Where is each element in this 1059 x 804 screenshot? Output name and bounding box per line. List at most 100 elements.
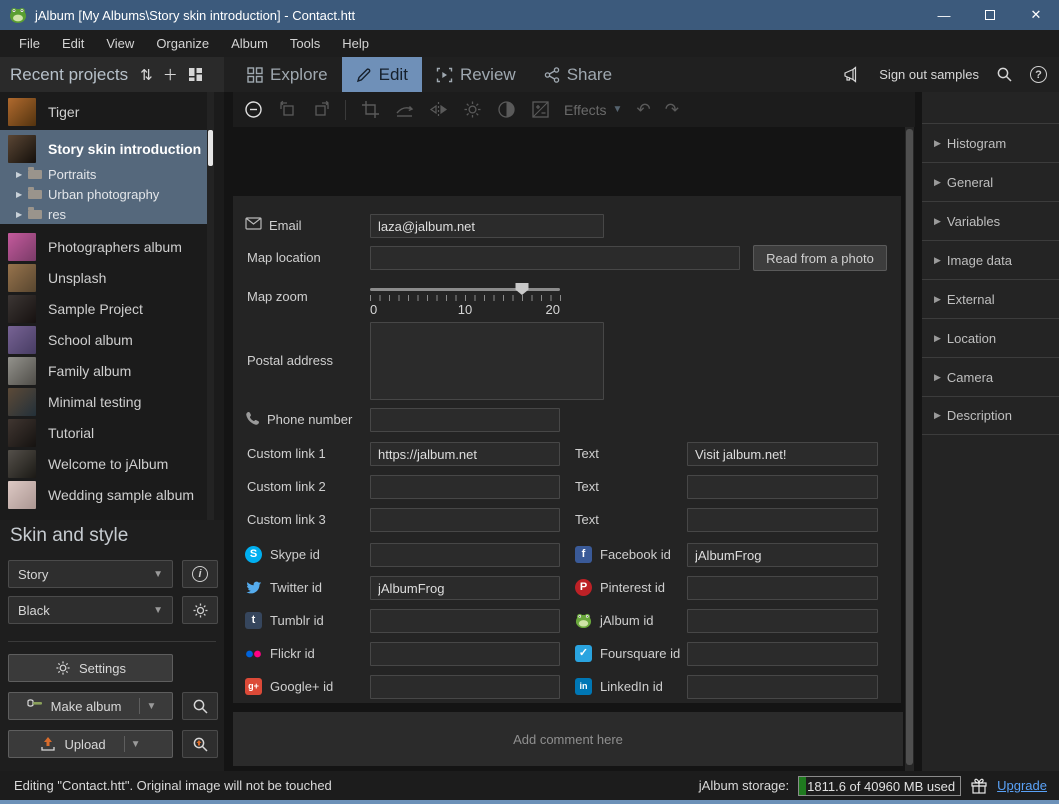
- panel-section-external[interactable]: ▶ External: [922, 279, 1059, 318]
- foursquare-id-field[interactable]: [687, 642, 878, 666]
- flip-icon[interactable]: [428, 100, 448, 120]
- panel-section-histogram[interactable]: ▶ Histogram: [922, 123, 1059, 162]
- minimize-button[interactable]: —: [921, 0, 967, 30]
- edit-pencil-icon: [356, 67, 372, 83]
- subfolder-res[interactable]: ▶ res: [0, 204, 212, 224]
- panel-section-variables[interactable]: ▶ Variables: [922, 201, 1059, 240]
- project-item-photographers-album[interactable]: Photographers album: [0, 231, 204, 262]
- menu-help[interactable]: Help: [331, 30, 380, 57]
- main-scrollbar[interactable]: [905, 127, 914, 771]
- twitter-id-field[interactable]: [370, 576, 560, 600]
- undo-icon[interactable]: ↶: [636, 100, 650, 120]
- skin-settings-button[interactable]: [182, 596, 218, 624]
- gift-icon[interactable]: [970, 777, 988, 795]
- menu-tools[interactable]: Tools: [279, 30, 331, 57]
- straighten-icon[interactable]: [394, 100, 414, 120]
- expand-arrow-icon[interactable]: ▶: [16, 210, 28, 219]
- sign-out-link[interactable]: Sign out samples: [879, 67, 979, 82]
- custom-link-1-text-field[interactable]: [687, 442, 878, 466]
- menu-file[interactable]: File: [8, 30, 51, 57]
- recent-projects-header: Recent projects ⇅ ＋: [0, 57, 224, 92]
- menu-organize[interactable]: Organize: [145, 30, 220, 57]
- jalbum-id-field[interactable]: [687, 609, 878, 633]
- flickr-id-field[interactable]: [370, 642, 560, 666]
- panel-section-general[interactable]: ▶ General: [922, 162, 1059, 201]
- project-thumbnail: [8, 450, 36, 478]
- panel-section-camera[interactable]: ▶ Camera: [922, 357, 1059, 396]
- preview-album-button[interactable]: [182, 692, 218, 720]
- project-item-minimal-testing[interactable]: Minimal testing: [0, 386, 204, 417]
- pinterest-id-field[interactable]: [687, 576, 878, 600]
- project-item-wedding-sample-album[interactable]: Wedding sample album: [0, 479, 204, 510]
- map-zoom-slider[interactable]: 0 10 20: [370, 282, 560, 316]
- skin-info-button[interactable]: i: [182, 560, 218, 588]
- crop-icon[interactable]: [360, 100, 380, 120]
- close-button[interactable]: ✕: [1013, 0, 1059, 30]
- subfolder-portraits[interactable]: ▶ Portraits: [0, 164, 212, 184]
- menu-album[interactable]: Album: [220, 30, 279, 57]
- brightness-icon[interactable]: [462, 100, 482, 120]
- help-icon[interactable]: ?: [1030, 66, 1047, 83]
- expand-arrow-icon[interactable]: ▶: [16, 190, 28, 199]
- expand-arrow-icon[interactable]: ▶: [16, 170, 28, 179]
- tab-share[interactable]: Share: [530, 57, 626, 92]
- project-item-tutorial[interactable]: Tutorial: [0, 417, 204, 448]
- phone-field[interactable]: [370, 408, 560, 432]
- chevron-down-icon[interactable]: ▼: [146, 701, 156, 712]
- facebook-id-field[interactable]: [687, 543, 878, 567]
- levels-icon[interactable]: [530, 100, 550, 120]
- tumblr-id-field[interactable]: [370, 609, 560, 633]
- project-item-unsplash[interactable]: Unsplash: [0, 262, 204, 293]
- subfolder-urban-photography[interactable]: ▶ Urban photography: [0, 184, 212, 204]
- custom-link-3-url-field[interactable]: [370, 508, 560, 532]
- effects-dropdown[interactable]: Effects ▼: [564, 102, 622, 118]
- project-list-scrollbar[interactable]: [207, 92, 214, 520]
- menu-edit[interactable]: Edit: [51, 30, 95, 57]
- preview-uploaded-button[interactable]: [182, 730, 218, 758]
- project-item-sample-project[interactable]: Sample Project: [0, 293, 204, 324]
- add-project-icon[interactable]: ＋: [163, 64, 178, 85]
- custom-link-2-url-field[interactable]: [370, 475, 560, 499]
- read-from-photo-button[interactable]: Read from a photo: [753, 245, 887, 271]
- rotate-right-icon[interactable]: [311, 100, 331, 120]
- custom-link-2-text-field[interactable]: [687, 475, 878, 499]
- tab-edit[interactable]: Edit: [342, 57, 422, 92]
- chevron-down-icon[interactable]: ▼: [131, 739, 141, 750]
- tab-review[interactable]: Review: [422, 57, 530, 92]
- googleplus-id-field[interactable]: [370, 675, 560, 699]
- project-item-story-skin-introduction[interactable]: Story skin introduction ▶ Portraits ▶ Ur…: [0, 130, 212, 224]
- panel-section-description[interactable]: ▶ Description: [922, 396, 1059, 435]
- project-item-school-album[interactable]: School album: [0, 324, 204, 355]
- sort-projects-icon[interactable]: ⇅: [140, 66, 153, 84]
- announcements-megaphone-icon[interactable]: [843, 66, 862, 83]
- make-album-button[interactable]: Make album ▼: [8, 692, 173, 720]
- redo-icon[interactable]: ↷: [665, 100, 679, 120]
- project-item-tiger[interactable]: Tiger: [0, 96, 204, 127]
- rotate-left-icon[interactable]: [277, 100, 297, 120]
- skin-select[interactable]: Story ▼: [8, 560, 173, 588]
- project-item-family-album[interactable]: Family album: [0, 355, 204, 386]
- project-item-welcome-to-jalbum[interactable]: Welcome to jAlbum: [0, 448, 204, 479]
- skype-id-field[interactable]: [370, 543, 560, 567]
- linkedin-id-field[interactable]: [687, 675, 878, 699]
- settings-button[interactable]: Settings: [8, 654, 173, 682]
- map-zoom-thumb[interactable]: [516, 283, 529, 295]
- email-field[interactable]: [370, 214, 604, 238]
- style-select[interactable]: Black ▼: [8, 596, 173, 624]
- custom-link-3-text-field[interactable]: [687, 508, 878, 532]
- postal-address-field[interactable]: [370, 322, 604, 400]
- zoom-out-icon[interactable]: [243, 100, 263, 120]
- project-view-grid-icon[interactable]: [188, 67, 203, 82]
- upload-button[interactable]: Upload ▼: [8, 730, 173, 758]
- map-location-field[interactable]: [370, 246, 740, 270]
- search-icon[interactable]: [996, 66, 1013, 83]
- tab-explore[interactable]: Explore: [233, 57, 342, 92]
- upgrade-link[interactable]: Upgrade: [997, 778, 1047, 793]
- custom-link-1-url-field[interactable]: [370, 442, 560, 466]
- panel-section-image-data[interactable]: ▶ Image data: [922, 240, 1059, 279]
- comment-input[interactable]: [233, 712, 903, 766]
- maximize-button[interactable]: [967, 0, 1013, 30]
- menu-view[interactable]: View: [95, 30, 145, 57]
- contrast-icon[interactable]: [496, 100, 516, 120]
- panel-section-location[interactable]: ▶ Location: [922, 318, 1059, 357]
